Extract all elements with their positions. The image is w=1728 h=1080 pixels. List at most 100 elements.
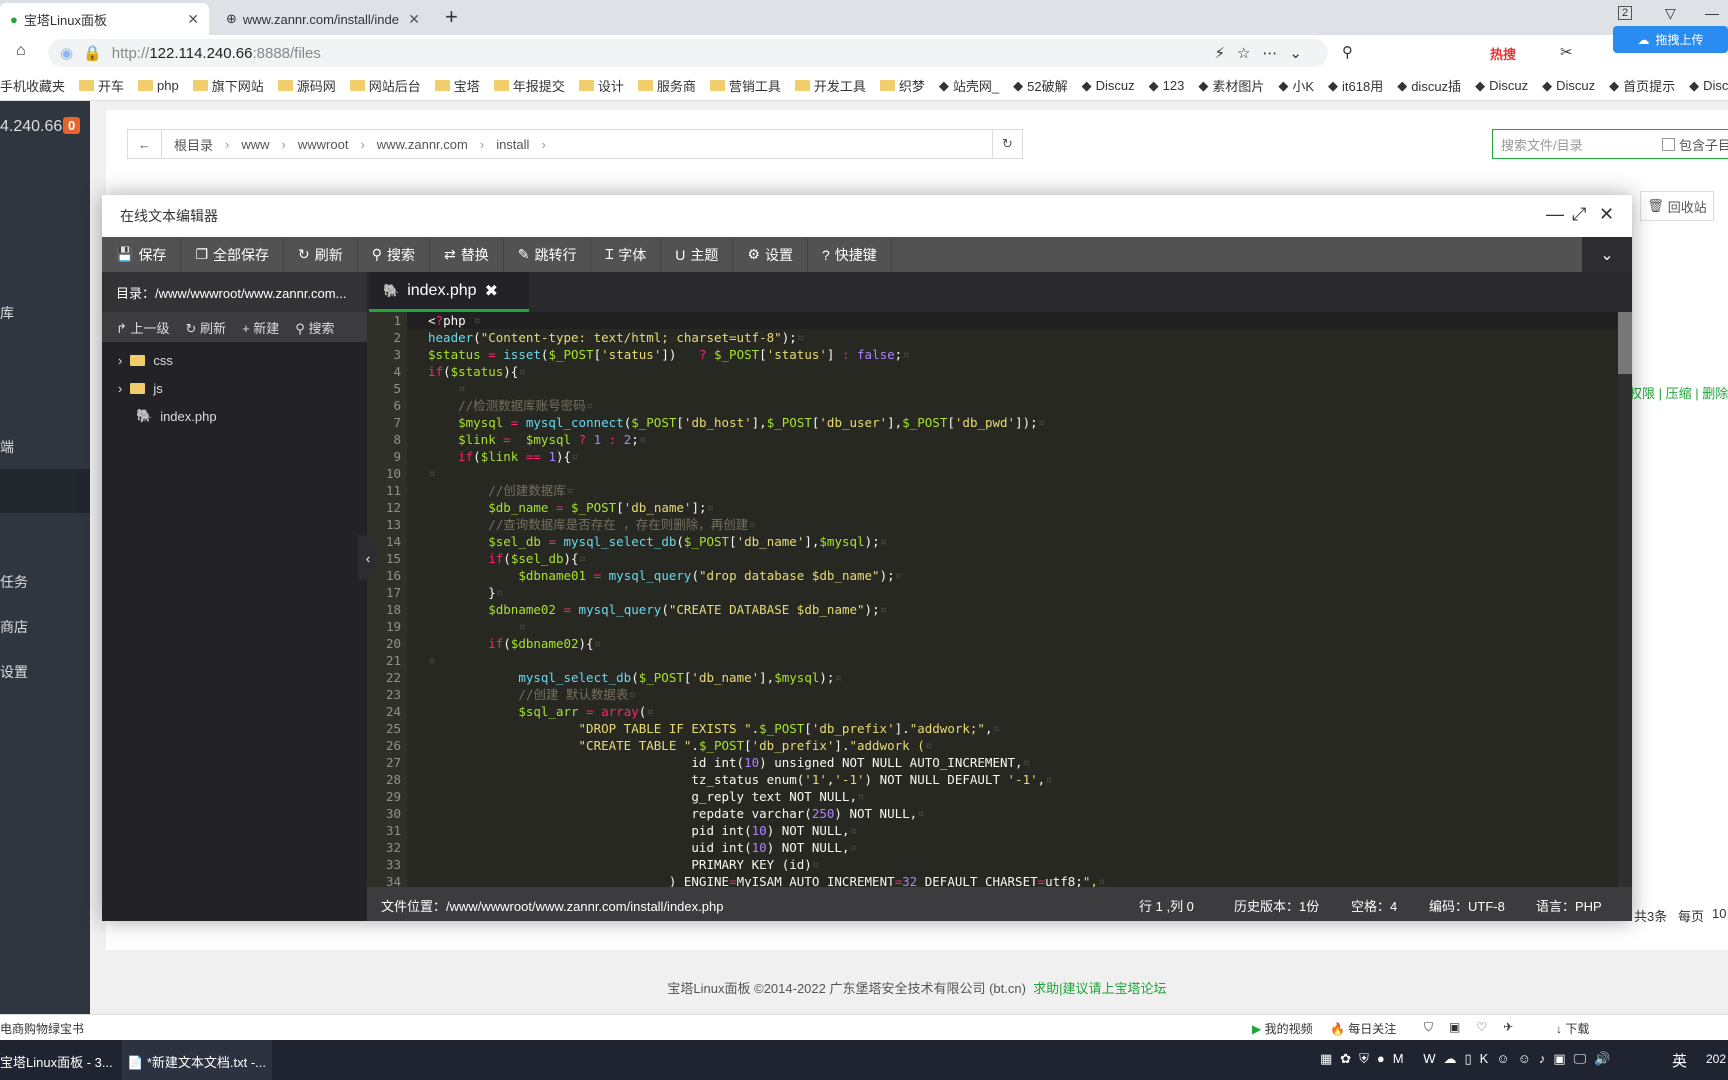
bookmark-item[interactable]: ◆ 素材图片: [1198, 76, 1264, 95]
code-line[interactable]: 33 PRIMARY KEY (id): [367, 856, 1617, 873]
crumb-wwwroot[interactable]: wwwroot: [298, 137, 349, 152]
toolbar-refresh-button[interactable]: ↻ 刷新: [284, 237, 358, 272]
minimize-icon[interactable]: —: [1705, 5, 1719, 21]
editor-tab-index-php[interactable]: 🐘 index.php ✖: [369, 272, 529, 312]
code-line[interactable]: 11 //创建数据库: [367, 482, 1617, 499]
bookmark-item[interactable]: php: [138, 78, 179, 93]
code-line[interactable]: 14 $sel_db = mysql_select_db($_POST['db_…: [367, 533, 1617, 550]
toolbar-save-button[interactable]: 💾 保存: [102, 237, 182, 272]
file-actions-links[interactable]: 权限 | 压缩 | 删除 |: [1629, 383, 1728, 402]
bookmark-item[interactable]: ◆ 小K: [1278, 76, 1314, 95]
url-input[interactable]: ◉ 🔒 http://122.114.240.66:8888/files ⚡☆⋯…: [48, 39, 1328, 67]
scrollbar-thumb[interactable]: [1618, 312, 1632, 374]
hot-search-label[interactable]: 热搜: [1490, 44, 1516, 63]
recycle-bin-button[interactable]: 🗑 回收站: [1640, 191, 1714, 221]
chevron-right-icon[interactable]: ›: [118, 381, 122, 396]
code-line[interactable]: 30 repdate varchar(250) NOT NULL,: [367, 805, 1617, 822]
code-line[interactable]: 26 "CREATE TABLE ".$_POST['db_prefix']."…: [367, 737, 1617, 754]
bookmark-item[interactable]: 宝塔: [434, 76, 480, 95]
bookmark-item[interactable]: 手机收藏夹: [0, 76, 65, 95]
toolbar-font-button[interactable]: Ɪ 字体: [591, 237, 662, 272]
refresh-button[interactable]: ↻ 刷新: [186, 318, 227, 337]
code-line[interactable]: 6 //检测数据库账号密码: [367, 397, 1617, 414]
toolbar-replace-button[interactable]: ⇄ 替换: [430, 237, 504, 272]
code-line[interactable]: 23 //创建 默认数据表: [367, 686, 1617, 703]
tree-item-js[interactable]: › js: [102, 374, 367, 402]
bookmark-item[interactable]: ◆Discuz: [1082, 78, 1135, 94]
sidebar-item-cron[interactable]: 任务: [0, 572, 28, 592]
crumb-install[interactable]: install: [496, 137, 529, 152]
code-line[interactable]: 25 "DROP TABLE IF EXISTS ".$_POST['db_pr…: [367, 720, 1617, 737]
bookmark-item[interactable]: 开车: [79, 76, 124, 95]
bookmark-item[interactable]: ◆ 站壳网_: [939, 76, 999, 95]
code-line[interactable]: 9 if($link == 1){: [367, 448, 1617, 465]
clock[interactable]: 202: [1706, 1052, 1726, 1066]
toolbar-help-button[interactable]: ? 快捷键: [808, 237, 892, 272]
bookmark-item[interactable]: 旗下网站: [192, 76, 264, 95]
bookmark-item[interactable]: ◆ it618用: [1328, 76, 1383, 95]
bookmark-item[interactable]: 营销工具: [709, 76, 781, 95]
back-arrow-icon[interactable]: ←: [128, 130, 162, 158]
bookmark-item[interactable]: 织梦: [879, 76, 925, 95]
tree-item-css[interactable]: › css: [102, 346, 367, 374]
search-icon[interactable]: ⚲: [1342, 43, 1353, 61]
search-button[interactable]: ⚲ 搜索: [295, 318, 334, 337]
code-line[interactable]: 8 $link = $mysql ? 1 : 2;: [367, 431, 1617, 448]
code-line[interactable]: 27 id int(10) unsigned NOT NULL AUTO_INC…: [367, 754, 1617, 771]
taskbar-app-notepad[interactable]: 📄 *新建文本文档.txt -...: [127, 1052, 266, 1071]
tray-icons[interactable]: ▦✿⛨●M W☁▯K☺☺♪▣🖵🔊: [1320, 1051, 1618, 1067]
forum-link[interactable]: 求助|建议请上宝塔论坛: [1033, 981, 1166, 996]
code-line[interactable]: 32 uid int(10) NOT NULL,: [367, 839, 1617, 856]
toolbar-gear-button[interactable]: ⚙ 设置: [733, 237, 808, 272]
bookmark-item[interactable]: ◆ 123: [1149, 78, 1185, 94]
history-versions[interactable]: 历史版本：1份: [1234, 896, 1319, 915]
language-setting[interactable]: 语言：PHP: [1536, 896, 1602, 915]
code-line[interactable]: 15 if($sel_db){: [367, 550, 1617, 567]
status-tool-icons[interactable]: ⛉▣♡✈: [1424, 1020, 1529, 1035]
close-tab-icon[interactable]: ✕: [408, 11, 420, 28]
tab-count-badge[interactable]: 2: [1618, 6, 1633, 20]
crumb-www[interactable]: www: [241, 137, 269, 152]
code-line[interactable]: 3 $status = isset($_POST['status']) ? $_P…: [367, 346, 1617, 363]
toolbar-search-button[interactable]: ⚲ 搜索: [358, 237, 430, 272]
code-line[interactable]: 13 //查询数据库是否存在 ，存在则删除，再创建: [367, 516, 1617, 533]
sidebar-item-terminal[interactable]: 端: [0, 437, 14, 457]
scissors-icon[interactable]: ✂: [1560, 43, 1573, 61]
code-line[interactable]: 20 if($dbname02){: [367, 635, 1617, 652]
bookmark-item[interactable]: 年报提交: [493, 76, 565, 95]
code-line[interactable]: 21: [367, 652, 1617, 669]
daily-item[interactable]: 🔥 每日关注: [1330, 1020, 1396, 1037]
toolbar-theme-button[interactable]: U 主题: [661, 237, 734, 272]
bookmark-item[interactable]: ◆Discuz: [1475, 78, 1528, 94]
code-line[interactable]: 28 tz_status enum('1','-1') NOT NULL DEF…: [367, 771, 1617, 788]
address-actions-icon[interactable]: ⚡☆⋯⌄: [1214, 44, 1314, 62]
code-line[interactable]: 16 $dbname01 = mysql_query("drop databas…: [367, 567, 1617, 584]
new-tab-button[interactable]: +: [445, 4, 458, 30]
skin-icon[interactable]: ▽: [1665, 5, 1676, 22]
close-icon[interactable]: ✕: [1599, 204, 1614, 225]
code-line[interactable]: 1 <?php: [367, 312, 1617, 329]
encoding-setting[interactable]: 编码：UTF-8: [1429, 896, 1505, 915]
home-icon[interactable]: ⌂: [16, 42, 26, 60]
tree-item-index-php[interactable]: 🐘 index.php: [102, 402, 367, 430]
maximize-icon[interactable]: ⤢: [1572, 204, 1586, 225]
drag-upload-button[interactable]: ☁ 拖拽上传: [1613, 26, 1728, 53]
new-button[interactable]: + 新建: [242, 318, 279, 337]
video-item[interactable]: ▶ 我的视频: [1252, 1020, 1313, 1037]
minimize-icon[interactable]: —: [1546, 204, 1564, 225]
sidebar-item-files-active[interactable]: [0, 469, 90, 513]
download-item[interactable]: ↓ 下载: [1556, 1020, 1589, 1037]
bookmark-item[interactable]: 服务商: [637, 76, 696, 95]
bookmark-item[interactable]: ◆ discuz插: [1397, 76, 1461, 95]
code-editor[interactable]: 1<?php 2header("Content-type: text/html;…: [367, 312, 1632, 887]
bookmark-item[interactable]: ◆Discuz: [1542, 78, 1595, 94]
code-line[interactable]: 29 g_reply text NOT NULL,: [367, 788, 1617, 805]
status-left-link[interactable]: 电商购物绿宝书: [0, 1020, 84, 1037]
chevron-right-icon[interactable]: ›: [118, 353, 122, 368]
crumb-root[interactable]: 根目录: [174, 135, 213, 154]
close-tab-icon[interactable]: ✕: [187, 11, 199, 28]
bookmark-item[interactable]: 网站后台: [349, 76, 421, 95]
code-line[interactable]: 7 $mysql = mysql_connect($_POST['db_host…: [367, 414, 1617, 431]
code-line[interactable]: 5: [367, 380, 1617, 397]
bookmark-item[interactable]: ◆ 首页提示: [1609, 76, 1675, 95]
